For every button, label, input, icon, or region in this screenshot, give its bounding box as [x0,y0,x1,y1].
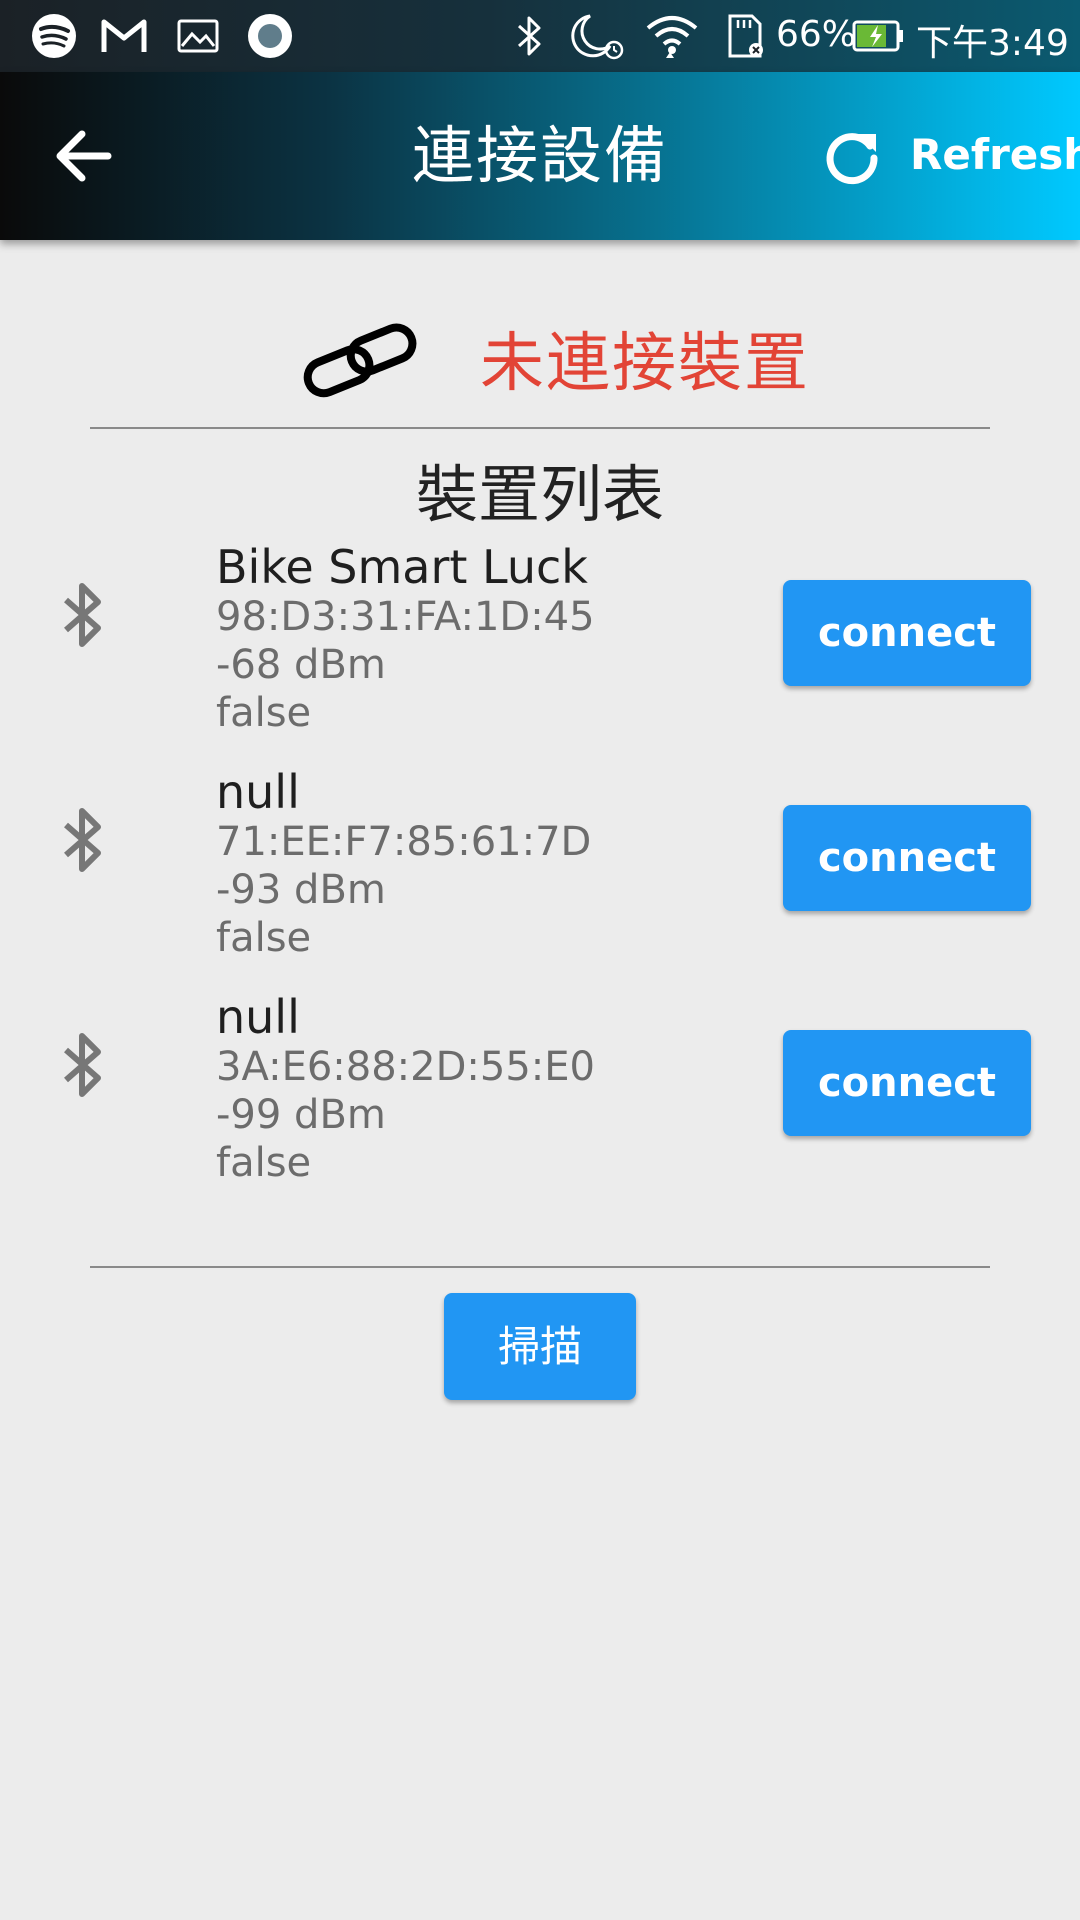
device-list-title: 裝置列表 [415,458,664,531]
link-icon [303,323,417,398]
device-connected-state: false [216,915,312,961]
record-icon [248,14,292,58]
bluetooth-icon [64,808,101,872]
refresh-icon [826,133,878,185]
device-rssi: -99 dBm [216,1092,386,1138]
connect-button[interactable]: connect [783,1030,1031,1136]
status-bar: 66% 下午3:49 [0,0,1080,72]
gallery-icon [177,19,219,53]
refresh-button[interactable]: Refresh [820,120,1080,192]
refresh-label: Refresh [910,130,1080,179]
device-name: Bike Smart Luck [216,540,588,594]
device-connected-state: false [216,690,312,736]
device-row: Bike Smart Luck 98:D3:31:FA:1D:45 -68 dB… [0,540,1080,750]
app-bar: 連接設備 Refresh [0,72,1080,240]
connect-button[interactable]: connect [783,805,1031,911]
device-name: null [216,765,300,819]
sd-card-icon [728,14,763,58]
wifi-icon [646,16,698,58]
spotify-icon [32,14,76,58]
connect-button[interactable]: connect [783,580,1031,686]
device-connected-state: false [216,1140,312,1186]
gmail-icon [101,19,147,52]
divider-bottom [90,1266,990,1268]
battery-charging-icon [852,20,903,52]
connection-status: 未連接裝置 [480,327,810,401]
battery-percent: 66% [776,14,857,55]
device-name: null [216,990,300,1044]
device-row: null 71:EE:F7:85:61:7D -93 dBm false con… [0,765,1080,975]
bluetooth-icon [64,583,101,647]
device-address: 3A:E6:88:2D:55:E0 [216,1044,595,1090]
device-address: 71:EE:F7:85:61:7D [216,819,592,865]
device-rssi: -68 dBm [216,642,386,688]
device-address: 98:D3:31:FA:1D:45 [216,594,595,640]
do-not-disturb-alarm-icon [571,14,624,60]
clock: 下午3:49 [916,23,1069,64]
divider-top [90,427,990,429]
bluetooth-icon [64,1033,101,1097]
device-rssi: -93 dBm [216,867,386,913]
bluetooth-icon [517,16,541,56]
device-row: null 3A:E6:88:2D:55:E0 -99 dBm false con… [0,990,1080,1200]
scan-button[interactable]: 掃描 [444,1293,636,1400]
